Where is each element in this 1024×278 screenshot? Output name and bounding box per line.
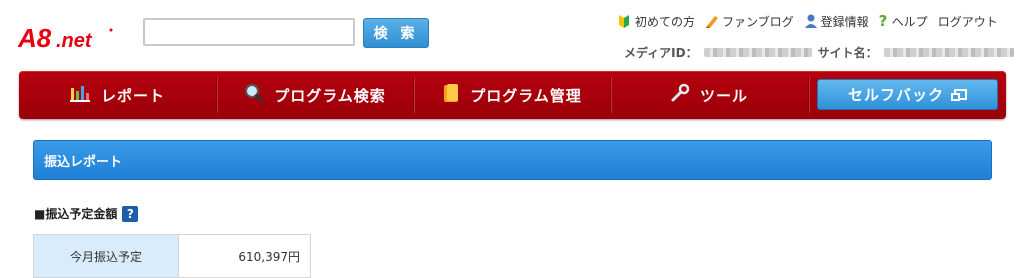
nav-item-program-manage[interactable]: プログラム管理	[414, 71, 610, 119]
bar-chart-icon	[69, 84, 91, 106]
help-icon[interactable]: ?	[122, 205, 139, 222]
link-beginner-label: 初めての方	[635, 14, 696, 29]
nav-divider	[808, 77, 809, 113]
person-icon	[804, 13, 818, 29]
table-value-cell: 610,397円	[178, 234, 311, 278]
folder-icon	[442, 83, 460, 107]
subheading-label: ■振込予定金額	[34, 207, 118, 221]
magnifier-icon	[244, 83, 264, 107]
selfback-label: セルフバック	[847, 86, 944, 104]
link-registration[interactable]: 登録情報	[804, 13, 869, 30]
search-input[interactable]	[143, 18, 355, 46]
nav-item-program-search[interactable]: プログラム検索	[217, 71, 413, 119]
link-registration-label: 登録情報	[820, 14, 869, 29]
link-beginner[interactable]: 初めての方	[618, 13, 695, 30]
external-window-icon	[951, 89, 967, 101]
pencil-icon	[705, 13, 719, 29]
nav-item-program-search-label: プログラム検索	[274, 86, 386, 105]
table-label-cell: 今月振込予定	[33, 234, 179, 278]
nav-item-report-label: レポート	[100, 86, 165, 105]
media-info: メディアID： サイト名：	[624, 44, 1020, 61]
svg-text:.net: .net	[56, 30, 93, 52]
media-id-label: メディアID：	[624, 46, 698, 60]
link-logout-label: ログアウト	[937, 14, 998, 29]
svg-text:A8: A8	[18, 23, 52, 52]
link-help-label: ヘルプ	[891, 14, 928, 29]
nav-item-tools-label: ツール	[699, 86, 748, 105]
media-id-redacted	[703, 48, 812, 57]
link-fanblog[interactable]: ファンブログ	[705, 13, 794, 30]
nav-item-report[interactable]: レポート	[19, 71, 215, 119]
header-links: 初めての方 ファンブログ 登録情報 ? ヘルプ ログアウト	[618, 10, 1008, 32]
question-icon: ?	[878, 12, 888, 30]
section-title: 振込レポート	[33, 140, 992, 180]
main-nav: レポート プログラム検索 プログラム管理 ツール セルフバック	[19, 71, 1006, 119]
search-button[interactable]: 検 索	[363, 18, 429, 48]
site-name-label: サイト名：	[817, 46, 878, 60]
selfback-button[interactable]: セルフバック	[817, 79, 998, 110]
site-name-redacted	[883, 48, 1014, 57]
subheading: ■振込予定金額 ?	[34, 205, 139, 222]
beginner-leaf-icon	[618, 13, 632, 29]
table-row: 今月振込予定 610,397円	[33, 234, 311, 278]
link-logout[interactable]: ログアウト	[938, 13, 998, 30]
link-help[interactable]: ? ヘルプ	[879, 13, 928, 30]
wrench-icon	[670, 83, 690, 107]
nav-item-tools[interactable]: ツール	[611, 71, 807, 119]
a8net-logo[interactable]: A8 .net	[17, 22, 116, 53]
link-fanblog-label: ファンブログ	[722, 14, 794, 29]
nav-item-program-manage-label: プログラム管理	[470, 86, 582, 105]
transfer-amount-table: 今月振込予定 610,397円	[33, 234, 311, 278]
